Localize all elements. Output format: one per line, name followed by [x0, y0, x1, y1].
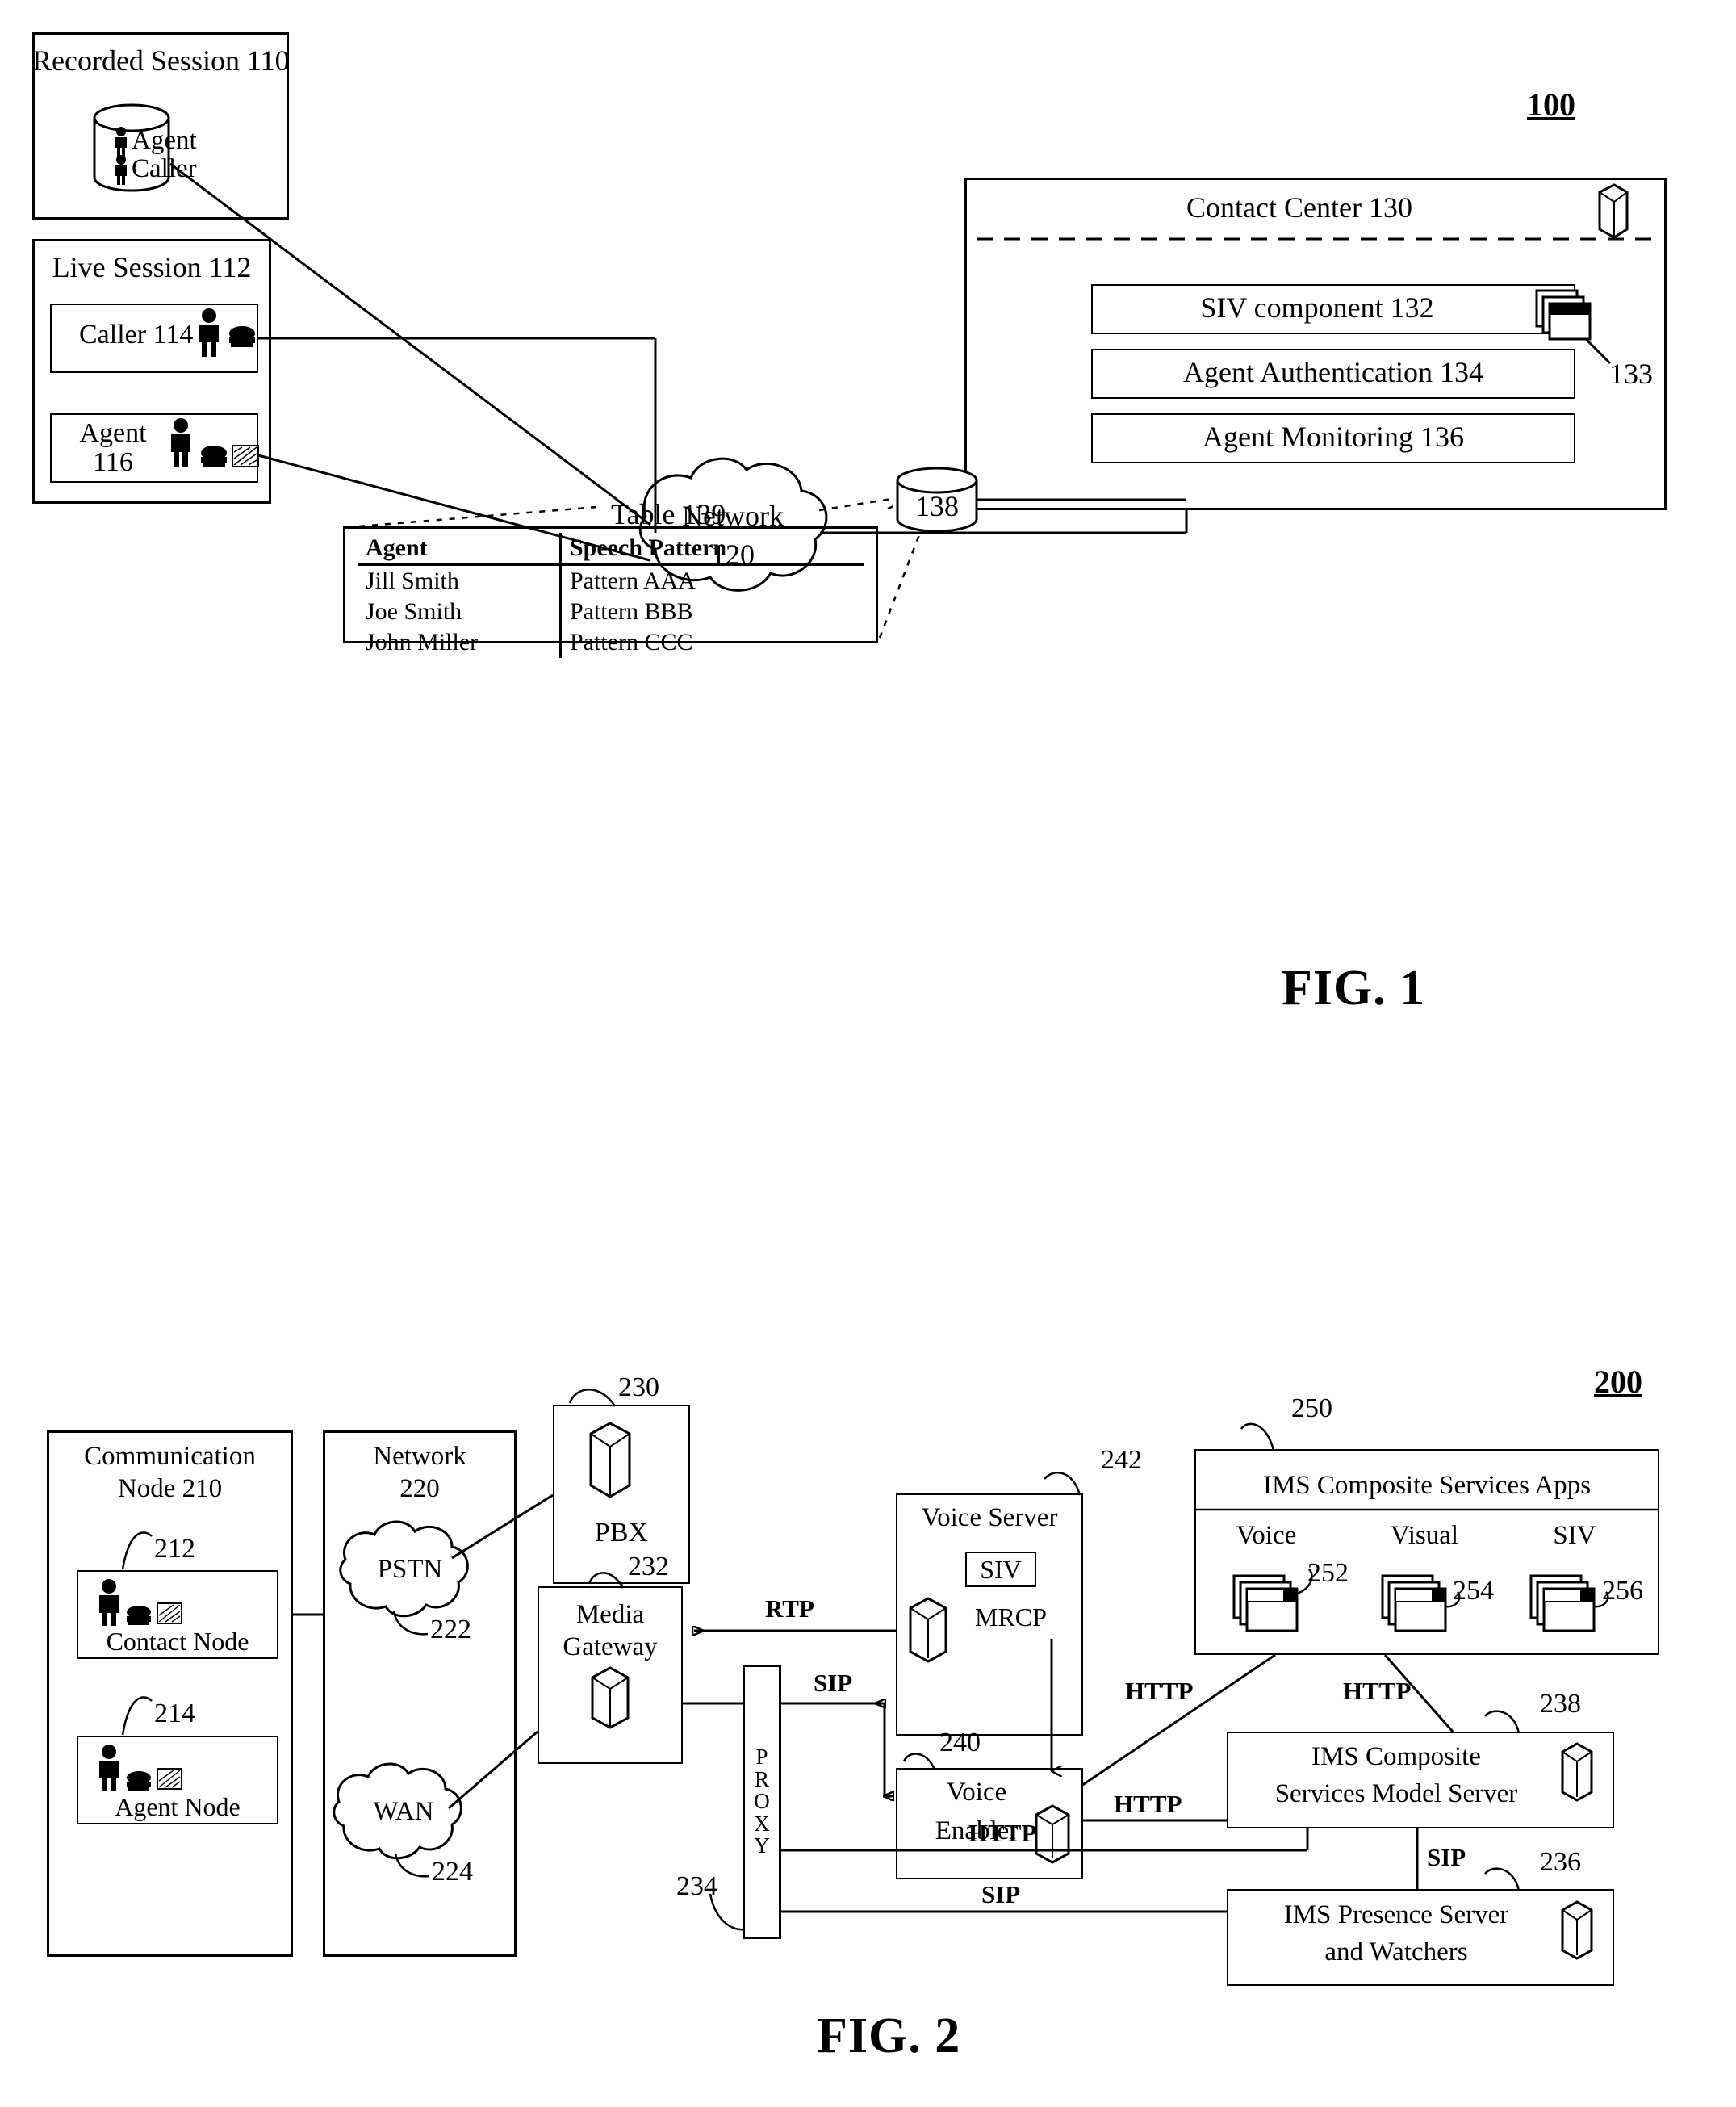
table-row: Joe Smith Pattern BBB — [358, 597, 864, 627]
ims-presence-server-line1: IMS Presence Server — [1283, 1900, 1509, 1929]
network-220-title-line1: Network — [373, 1442, 466, 1471]
figure1-system-ref: 100 — [1527, 86, 1575, 123]
proxy-ref-234: 234 — [676, 1871, 717, 1901]
table-row: Jill Smith Pattern AAA — [358, 564, 864, 597]
proxy-letter: Y — [754, 1833, 770, 1858]
ims-apps-item-voice-label: Voice — [1236, 1521, 1297, 1550]
figure2-caption: FIG. 2 — [817, 2009, 961, 2063]
proxy-box: P R O X Y — [743, 1665, 781, 1939]
communication-node-title-line2: Node 210 — [117, 1474, 223, 1503]
table-cell-agent: Joe Smith — [358, 597, 562, 627]
voice-enabler-ref-240: 240 — [939, 1728, 981, 1757]
table-row: John Miller Pattern CCC — [358, 627, 864, 658]
proxy-letter: R — [754, 1766, 769, 1791]
media-gateway-line2: Gateway — [563, 1632, 658, 1661]
protocol-label-http-enabler-model: HTTP — [1114, 1790, 1182, 1818]
ims-presence-server-line2: and Watchers — [1324, 1937, 1468, 1967]
ims-apps-title: IMS Composite Services Apps — [1262, 1471, 1592, 1500]
pstn-ref-222: 222 — [430, 1615, 471, 1644]
siv-stack-ref-133: 133 — [1609, 358, 1653, 390]
agent-label-line1: Agent — [79, 418, 147, 448]
protocol-label-http-apps-right: HTTP — [1343, 1677, 1412, 1705]
table-cell-agent: Jill Smith — [358, 564, 562, 597]
protocol-label-sip-proxy-enabler: SIP — [814, 1669, 853, 1697]
agent-label-line2: 116 — [93, 447, 133, 477]
ims-apps-item-visual-ref-254: 254 — [1453, 1576, 1494, 1606]
media-gateway-ref-232: 232 — [628, 1552, 669, 1581]
proxy-letter: X — [754, 1811, 770, 1836]
live-session-title: Live Session 112 — [52, 251, 252, 283]
ims-apps-ref-250: 250 — [1291, 1393, 1332, 1423]
siv-component-label: SIV component 132 — [1200, 291, 1434, 324]
wan-ref-224: 224 — [432, 1857, 473, 1887]
table-cell-pattern: Pattern CCC — [570, 629, 693, 656]
table-cell-pattern: Pattern AAA — [570, 568, 696, 594]
figure2-system-ref: 200 — [1594, 1363, 1642, 1400]
communication-node-box — [47, 1430, 293, 1957]
voice-enabler-line1: Voice — [946, 1778, 1007, 1807]
agent-node-label: Agent Node — [115, 1792, 241, 1821]
ims-apps-item-visual-label: Visual — [1390, 1521, 1459, 1550]
pbx-box — [553, 1405, 690, 1584]
ims-model-server-line1: IMS Composite — [1311, 1742, 1481, 1771]
media-gateway-line1: Media — [575, 1600, 645, 1629]
table-header-speech-pattern: Speech Pattern — [560, 533, 864, 566]
patent-drawing-sheet: 100 Recorded Session 110 Agent Caller Li… — [0, 0, 1736, 2107]
network-220-box — [323, 1430, 517, 1957]
protocol-label-rtp: RTP — [765, 1594, 814, 1623]
agent-node-ref-214: 214 — [154, 1699, 195, 1728]
table-139: Agent Speech Pattern Jill Smith Pattern … — [358, 533, 864, 658]
pbx-ref-230: 230 — [618, 1372, 659, 1402]
recorded-session-title: Recorded Session 110 — [32, 44, 290, 77]
network-220-title-line2: 220 — [399, 1474, 440, 1503]
contact-node-label: Contact Node — [106, 1627, 249, 1656]
voice-server-ref-242: 242 — [1101, 1445, 1142, 1475]
protocol-label-http-proxy-model: HTTP — [968, 1819, 1037, 1847]
ims-apps-item-siv-label: SIV — [1553, 1521, 1596, 1550]
table-header-agent: Agent — [358, 533, 562, 566]
wan-label: WAN — [373, 1797, 434, 1826]
protocol-label-sip-proxy-presence: SIP — [981, 1880, 1021, 1908]
voice-server-title: Voice Server — [921, 1503, 1058, 1532]
protocol-label-http-apps-left: HTTP — [1125, 1677, 1194, 1705]
ims-presence-server-ref-236: 236 — [1540, 1847, 1581, 1877]
proxy-letter: P — [755, 1745, 768, 1770]
recorded-session-db-line-caller: Caller — [132, 154, 197, 183]
communication-node-title-line1: Communication — [84, 1442, 256, 1471]
pstn-label: PSTN — [377, 1555, 443, 1584]
voice-server-siv-label: SIV — [980, 1555, 1022, 1584]
contact-node-ref-212: 212 — [154, 1534, 195, 1564]
protocol-label-sip-model-presence: SIP — [1427, 1843, 1466, 1871]
proxy-letter: O — [754, 1789, 770, 1814]
ims-model-server-line2: Services Model Server — [1274, 1779, 1518, 1808]
ims-apps-item-siv-ref-256: 256 — [1602, 1576, 1643, 1606]
voice-server-mrcp-label: MRCP — [975, 1602, 1047, 1632]
figure1-caption: FIG. 1 — [1282, 961, 1426, 1016]
recorded-session-db-line-agent: Agent — [132, 126, 197, 155]
ims-apps-item-voice-ref-252: 252 — [1307, 1558, 1349, 1588]
table-header-row: Agent Speech Pattern — [358, 533, 864, 566]
database-138-label: 138 — [915, 490, 959, 522]
table-cell-agent: John Miller — [358, 627, 562, 658]
caller-label: Caller 114 — [79, 320, 194, 350]
agent-monitoring-label: Agent Monitoring 136 — [1203, 421, 1464, 453]
table-cell-pattern: Pattern BBB — [570, 598, 693, 625]
agent-authentication-label: Agent Authentication 134 — [1183, 356, 1483, 388]
contact-center-title: Contact Center 130 — [1186, 191, 1412, 224]
pbx-label: PBX — [594, 1518, 649, 1548]
ims-model-server-ref-238: 238 — [1540, 1689, 1581, 1719]
